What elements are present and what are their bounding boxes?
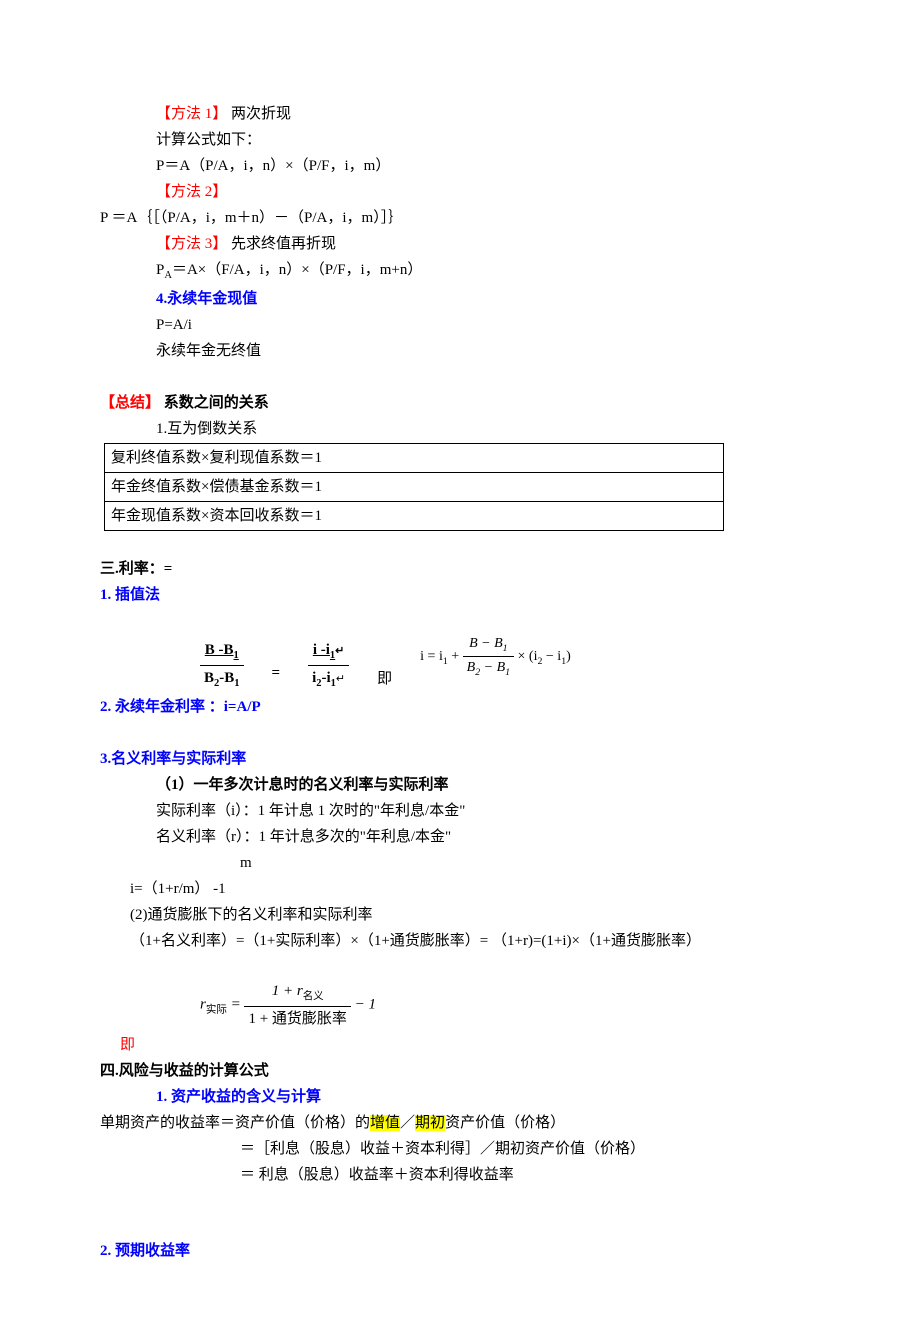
interp-eq: = — [272, 661, 281, 693]
method3-l1: PA＝A×（F/A，i，n）×（P/F，i，m+n） — [156, 258, 820, 285]
nominal-l4: (2)通货膨胀下的名义利率和实际利率 — [130, 903, 820, 927]
ret-l1: 单期资产的收益率＝资产价值（价格）的增值／期初资产价值（价格） — [100, 1111, 820, 1135]
coeff-r1: 复利终值系数×复利现值系数＝1 — [105, 443, 724, 472]
method1-tag: 【方法 1】 — [156, 106, 227, 122]
method2-l1: P ＝A｛［（P/A，i，m＋n）－（P/A，i，m）］｝ — [100, 206, 820, 230]
coeff-r3: 年金现值系数×资本回收系数＝1 — [105, 501, 724, 530]
nominal-f: i=（1+r/m） -1 — [130, 877, 820, 901]
nominal-m: m — [240, 851, 820, 875]
section-4-heading: 四.风险与收益的计算公式 — [100, 1059, 820, 1083]
interp-frac2: i -i1↵ i2-i1↵ — [308, 638, 349, 693]
nominal-title: 3.名义利率与实际利率 — [100, 747, 820, 771]
interp-frac1: B -B1 B2-B1 — [200, 638, 244, 693]
nominal-ji: 即 — [120, 1033, 820, 1057]
ret-l3: ＝ 利息（股息）收益率＋资本利得收益率 — [240, 1163, 820, 1187]
coeff-table: 复利终值系数×复利现值系数＝1 年金终值系数×偿债基金系数＝1 年金现值系数×资… — [104, 443, 724, 531]
method1-title: 两次折现 — [231, 106, 291, 122]
ret-title: 1. 资产收益的含义与计算 — [156, 1085, 820, 1109]
coeff-r2: 年金终值系数×偿债基金系数＝1 — [105, 472, 724, 501]
table-row: 年金终值系数×偿债基金系数＝1 — [105, 472, 724, 501]
method1-l2: P＝A（P/A，i，n）×（P/F，i，m） — [156, 154, 820, 178]
interp-title: 1. 插值法 — [100, 583, 820, 607]
ret-l2: ＝［利息（股息）收益＋资本利得］／期初资产价值（价格） — [240, 1137, 820, 1161]
nominal-l2: 实际利率（i）：1 年计息 1 次时的"年利息/本金" — [156, 799, 820, 823]
table-row: 复利终值系数×复利现值系数＝1 — [105, 443, 724, 472]
perp-pv-title: 4.永续年金现值 — [156, 287, 820, 311]
summary-tag: 【总结】 — [100, 395, 160, 411]
interp-formula: B -B1 B2-B1 = i -i1↵ i2-i1↵ 即 i = i1 + B… — [200, 633, 820, 693]
real-rate-formula: r实际 = 1 + r名义 1 + 通货膨胀率 − 1 — [200, 979, 820, 1031]
nominal-l3: 名义利率（r）：1 年计息多次的"年利息/本金" — [156, 825, 820, 849]
method3-line: 【方法 3】 先求终值再折现 — [156, 232, 820, 256]
nominal-l1: （1）一年多次计息时的名义利率与实际利率 — [156, 773, 820, 797]
interp-ji: 即 — [377, 667, 392, 693]
method1-l1: 计算公式如下： — [156, 128, 820, 152]
summary-heading: 【总结】 系数之间的关系 — [100, 391, 820, 415]
perp-rate: 2. 永续年金利率 ：i=A/P — [100, 695, 820, 719]
method2-tag: 【方法 2】 — [156, 180, 820, 204]
nominal-l5: （1+名义利率）=（1+实际利率）×（1+通货膨胀率）= （1+r)=(1+i)… — [130, 929, 820, 953]
method1-line: 【方法 1】 两次折现 — [156, 102, 820, 126]
interp-rhs: i = i1 + B − B1 B2 − B1 × (i2 − i1) — [420, 633, 571, 693]
summary-l1: 1.互为倒数关系 — [156, 417, 820, 441]
table-row: 年金现值系数×资本回收系数＝1 — [105, 501, 724, 530]
summary-title: 系数之间的关系 — [164, 395, 269, 411]
perp-pv-l1: P=A/i — [156, 313, 820, 337]
perp-pv-l2: 永续年金无终值 — [156, 339, 820, 363]
method3-tag: 【方法 3】 — [156, 236, 227, 252]
method3-title: 先求终值再折现 — [231, 236, 336, 252]
expected-return: 2. 预期收益率 — [100, 1239, 820, 1263]
section-3-heading: 三.利率：= — [100, 557, 820, 581]
